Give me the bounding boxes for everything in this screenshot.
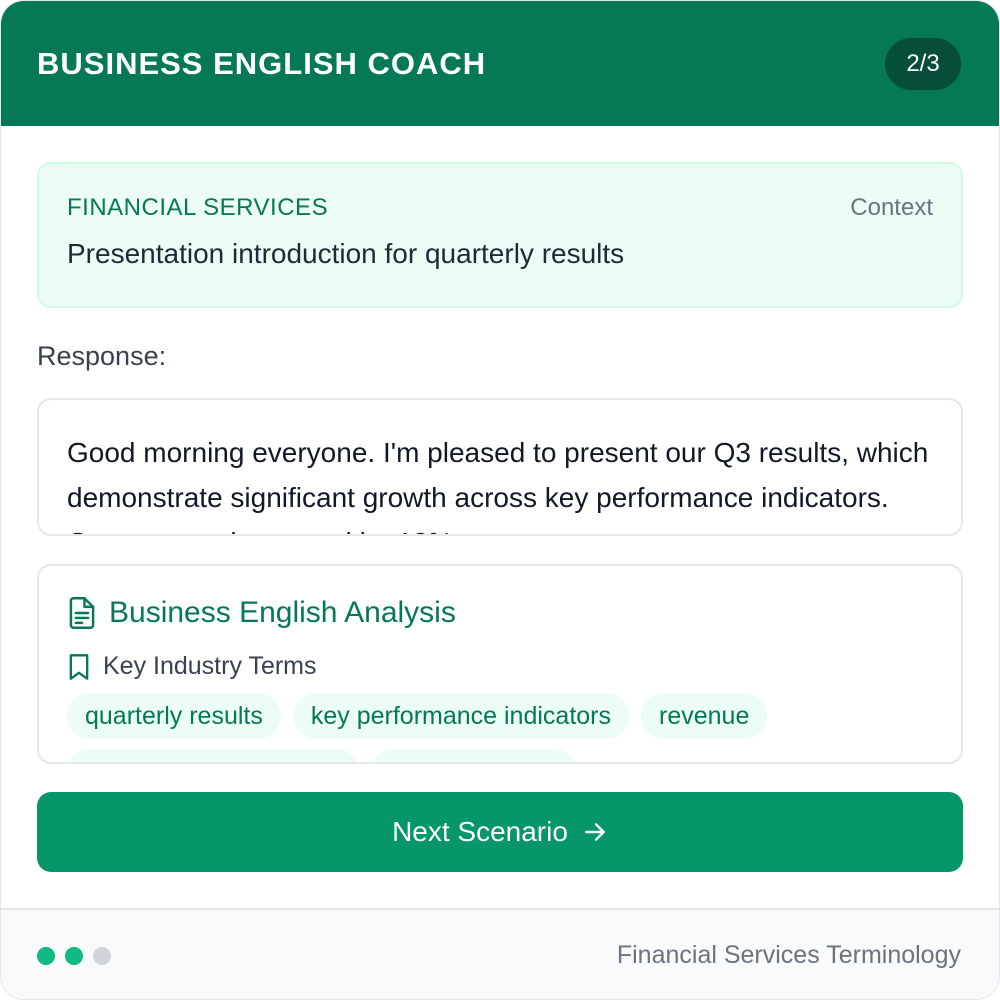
progress-badge: 2/3 [885,37,961,90]
context-description: Presentation introduction for quarterly … [67,238,625,269]
term-chip: revenue [641,693,768,739]
response-label: Response: [37,341,167,371]
next-scenario-label: Next Scenario [392,816,568,847]
term-chips: quarterly results key performance indica… [67,693,933,762]
app-title: BUSINESS ENGLISH COACH [37,45,487,81]
progress-dot-3 [93,946,111,965]
bookmark-icon [67,653,91,681]
term-chip: key performance indicators [292,693,629,739]
context-industry: FINANCIAL SERVICES [67,194,329,221]
header: BUSINESS ENGLISH COACH 2/3 [1,1,999,126]
footer-category: Financial Services Terminology [616,941,961,969]
response-text: Good morning everyone. I'm pleased to pr… [67,437,929,534]
analysis-panel: Business English Analysis Key Industry T… [37,564,963,764]
arrow-right-icon [582,819,608,845]
key-terms-heading: Key Industry Terms [103,652,317,680]
context-box: FINANCIAL SERVICES Context Presentation … [37,162,963,308]
term-chip: quarterly results [67,693,281,739]
footer: Financial Services Terminology [1,908,999,999]
next-scenario-button[interactable]: Next Scenario [37,792,963,872]
progress-dot-2 [65,946,83,965]
document-icon [67,597,97,629]
context-tag: Context [850,194,933,221]
term-chip-hidden [371,749,577,762]
term-chip-hidden [67,749,359,762]
analysis-title: Business English Analysis [109,596,456,629]
response-textarea[interactable]: Good morning everyone. I'm pleased to pr… [37,398,963,536]
coach-card: BUSINESS ENGLISH COACH 2/3 FINANCIAL SER… [0,0,1000,1000]
progress-dot-1 [37,946,55,965]
progress-dots [37,946,111,965]
